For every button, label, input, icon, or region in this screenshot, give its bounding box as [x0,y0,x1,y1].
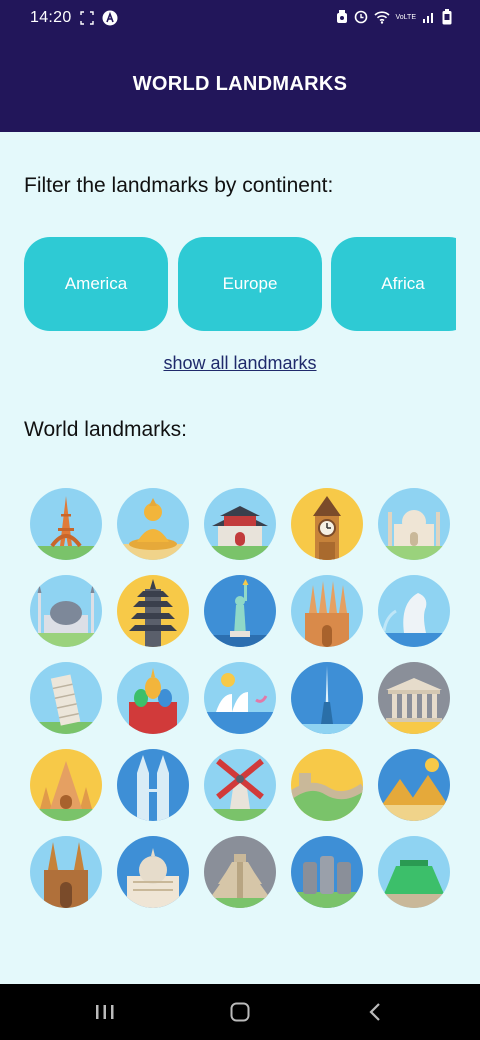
home-icon[interactable] [220,996,260,1028]
cologne-cathedral-icon[interactable] [30,836,102,908]
big-ben-icon[interactable] [291,488,363,560]
chinese-gate-icon[interactable] [204,488,276,560]
show-all-landmarks-link[interactable]: show all landmarks [163,353,316,373]
show-all-landmarks-container: show all landmarks [0,353,480,374]
parthenon-icon[interactable] [378,662,450,734]
taj-mahal-icon[interactable] [378,488,450,560]
landmarks-heading: World landmarks: [24,418,187,441]
status-time: 14:20 [30,9,72,26]
battery-icon [442,9,452,25]
recent-apps-icon[interactable] [85,996,125,1028]
petronas-towers-icon[interactable] [117,749,189,821]
table-mountain-icon[interactable] [378,836,450,908]
filter-chip-africa[interactable]: Africa [331,237,456,331]
app-bar: WORLD LANDMARKS [0,36,480,132]
great-wall-icon[interactable] [291,749,363,821]
filter-chip-europe[interactable]: Europe [178,237,322,331]
status-right-icons: VoLTE [336,9,453,25]
app-notification-icon [102,10,118,26]
pyramids-icon[interactable] [378,749,450,821]
blue-mosque-icon[interactable] [30,575,102,647]
merlion-icon[interactable] [378,575,450,647]
chichen-itza-icon[interactable] [204,836,276,908]
back-icon[interactable] [355,996,395,1028]
filter-chip-america[interactable]: America [24,237,168,331]
statue-of-liberty-icon[interactable] [204,575,276,647]
windmill-icon[interactable] [204,749,276,821]
status-bar: 14:20 VoLTE [0,0,480,36]
alarm-icon [336,10,347,23]
filter-heading: Filter the landmarks by continent: [24,174,334,197]
signal-icon [423,13,433,23]
angkor-wat-icon[interactable] [30,749,102,821]
sagrada-familia-icon[interactable] [291,575,363,647]
volte-icon: VoLTE [395,13,417,21]
st-basils-cathedral-icon[interactable] [117,662,189,734]
moai-statues-icon[interactable] [291,836,363,908]
status-left-icons [80,10,118,26]
wifi-icon [373,11,390,24]
burj-khalifa-icon[interactable] [291,662,363,734]
clock-icon [354,10,367,24]
eiffel-tower-icon[interactable] [30,488,102,560]
screenshot-icon [80,11,94,25]
pagoda-temple-icon[interactable] [117,575,189,647]
st-peters-basilica-icon[interactable] [117,836,189,908]
leaning-tower-pisa-icon[interactable] [30,662,102,734]
buddha-statue-icon[interactable] [117,488,189,560]
page-title: WORLD LANDMARKS [132,72,348,95]
sydney-opera-house-icon[interactable] [204,662,276,734]
continent-filter-row[interactable]: America Europe Africa [24,237,456,331]
system-nav-bar [0,984,480,1040]
